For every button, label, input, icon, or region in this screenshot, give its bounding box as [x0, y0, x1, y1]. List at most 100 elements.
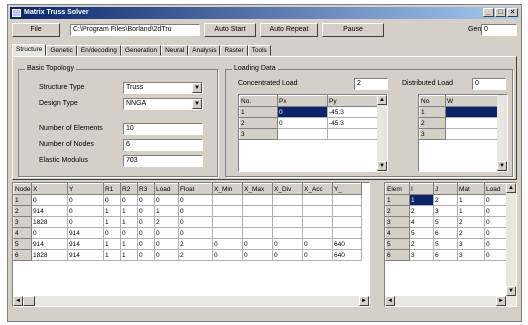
- num-elements-field[interactable]: 10: [123, 123, 203, 135]
- table-cell[interactable]: 1828: [31, 249, 68, 261]
- row-header[interactable]: 3: [385, 216, 410, 228]
- table-cell[interactable]: 914: [31, 238, 68, 250]
- design-type-select[interactable]: NNGA ▼: [123, 98, 203, 110]
- table-cell[interactable]: 640: [332, 249, 362, 261]
- row-header[interactable]: 1: [239, 106, 278, 118]
- table-cell[interactable]: 0: [103, 227, 121, 239]
- tab-genetic[interactable]: Genetic: [46, 45, 77, 56]
- table-cell[interactable]: 0: [484, 249, 509, 261]
- table-cell[interactable]: 1: [120, 216, 138, 228]
- column-header[interactable]: X_Max: [242, 183, 273, 195]
- vertical-scrollbar[interactable]: ▼: [497, 95, 507, 171]
- table-cell[interactable]: 2: [409, 238, 434, 250]
- vertical-scrollbar[interactable]: ▲ ▼: [377, 95, 387, 171]
- table-cell[interactable]: 5: [433, 238, 458, 250]
- tab-en-decoding[interactable]: En/decoding: [76, 45, 121, 56]
- column-header[interactable]: X: [31, 183, 68, 195]
- table-cell[interactable]: 1: [120, 205, 138, 217]
- table-cell[interactable]: 914: [67, 227, 104, 239]
- table-cell[interactable]: [272, 227, 303, 239]
- distributed-load-field[interactable]: 0: [472, 78, 506, 90]
- table-cell[interactable]: [445, 117, 498, 129]
- table-cell[interactable]: 0: [120, 194, 138, 206]
- table-cell[interactable]: 2: [433, 194, 458, 206]
- column-header[interactable]: Elem: [385, 183, 410, 195]
- concentrated-load-field[interactable]: 2: [354, 78, 388, 90]
- table-cell[interactable]: [302, 194, 333, 206]
- column-header[interactable]: Load: [484, 183, 509, 195]
- table-cell[interactable]: 2: [409, 205, 434, 217]
- table-cell[interactable]: 0: [137, 238, 155, 250]
- table-cell[interactable]: 0: [137, 249, 155, 261]
- table-cell[interactable]: [242, 205, 273, 217]
- table-cell[interactable]: [242, 216, 273, 228]
- table-cell[interactable]: 2: [178, 249, 213, 261]
- tab-structure[interactable]: Structure: [12, 44, 47, 56]
- table-cell[interactable]: 0: [31, 227, 68, 239]
- table-cell[interactable]: 0: [120, 227, 138, 239]
- table-cell[interactable]: 0: [484, 205, 509, 217]
- row-header[interactable]: 1: [385, 194, 410, 206]
- row-header[interactable]: 3: [419, 128, 446, 140]
- column-header[interactable]: Px: [277, 95, 328, 107]
- table-cell[interactable]: 0: [154, 227, 179, 239]
- row-header[interactable]: 6: [385, 249, 410, 261]
- table-cell[interactable]: 0: [154, 249, 179, 261]
- column-header[interactable]: I: [409, 183, 434, 195]
- table-cell[interactable]: 0: [67, 194, 104, 206]
- table-cell[interactable]: 2: [457, 227, 485, 239]
- node-grid[interactable]: Node X Y R1 R2 R3 Load Float X_Min X_Max X_Div X_Ac…: [12, 182, 370, 307]
- table-cell[interactable]: 1: [120, 249, 138, 261]
- table-cell[interactable]: 0: [242, 238, 273, 250]
- table-cell[interactable]: 2: [178, 238, 213, 250]
- table-cell[interactable]: [242, 194, 273, 206]
- table-cell[interactable]: 0: [302, 249, 333, 261]
- file-button[interactable]: File: [12, 23, 60, 37]
- table-cell[interactable]: [302, 227, 333, 239]
- table-cell[interactable]: 1: [103, 238, 121, 250]
- row-header[interactable]: 5: [13, 238, 32, 250]
- scroll-right-icon[interactable]: ►: [496, 296, 506, 306]
- auto-start-button[interactable]: Auto Start: [204, 23, 256, 37]
- scroll-right-icon[interactable]: ►: [359, 296, 369, 306]
- horizontal-scrollbar[interactable]: ◄ ►: [13, 296, 369, 306]
- row-header[interactable]: 4: [385, 227, 410, 239]
- table-cell[interactable]: 0: [154, 238, 179, 250]
- num-nodes-field[interactable]: 6: [123, 139, 203, 151]
- table-cell[interactable]: 1: [103, 216, 121, 228]
- table-cell[interactable]: 0: [277, 106, 328, 118]
- table-cell[interactable]: 0: [137, 227, 155, 239]
- table-cell[interactable]: 5: [433, 216, 458, 228]
- table-cell[interactable]: 0: [484, 194, 509, 206]
- table-cell[interactable]: [332, 205, 362, 217]
- column-header[interactable]: Y: [67, 183, 104, 195]
- scroll-down-icon[interactable]: ▼: [506, 286, 516, 296]
- maximize-icon[interactable]: □: [495, 8, 506, 17]
- table-cell[interactable]: [277, 128, 328, 140]
- vertical-scrollbar[interactable]: ▲ ▼: [506, 183, 516, 296]
- table-cell[interactable]: 914: [31, 205, 68, 217]
- table-cell[interactable]: [212, 205, 243, 217]
- column-header[interactable]: R3: [137, 183, 155, 195]
- table-cell[interactable]: 1828: [31, 216, 68, 228]
- scroll-up-icon[interactable]: ▲: [506, 183, 516, 193]
- horizontal-scrollbar[interactable]: ◄ ►: [385, 296, 516, 306]
- column-header[interactable]: Node: [13, 183, 32, 195]
- scroll-down-icon[interactable]: ▼: [377, 161, 387, 171]
- close-icon[interactable]: ×: [507, 8, 518, 17]
- table-cell[interactable]: 1: [409, 194, 434, 206]
- table-cell[interactable]: 0: [67, 205, 104, 217]
- table-cell[interactable]: 0: [212, 238, 243, 250]
- table-cell[interactable]: 4: [409, 216, 434, 228]
- scroll-down-icon[interactable]: ▼: [497, 161, 507, 171]
- table-cell[interactable]: 0: [103, 194, 121, 206]
- table-cell[interactable]: [327, 128, 378, 140]
- path-field[interactable]: C:\Program Files\Borland\2dTru: [70, 24, 200, 36]
- table-cell[interactable]: 0: [272, 238, 303, 250]
- gen-field[interactable]: 0: [481, 24, 517, 36]
- pause-button[interactable]: Pause: [322, 23, 384, 37]
- distributed-load-grid[interactable]: No W 1 2 3 ▼: [418, 94, 508, 172]
- table-cell[interactable]: [212, 227, 243, 239]
- column-header[interactable]: Float: [178, 183, 213, 195]
- table-cell[interactable]: 0: [178, 205, 213, 217]
